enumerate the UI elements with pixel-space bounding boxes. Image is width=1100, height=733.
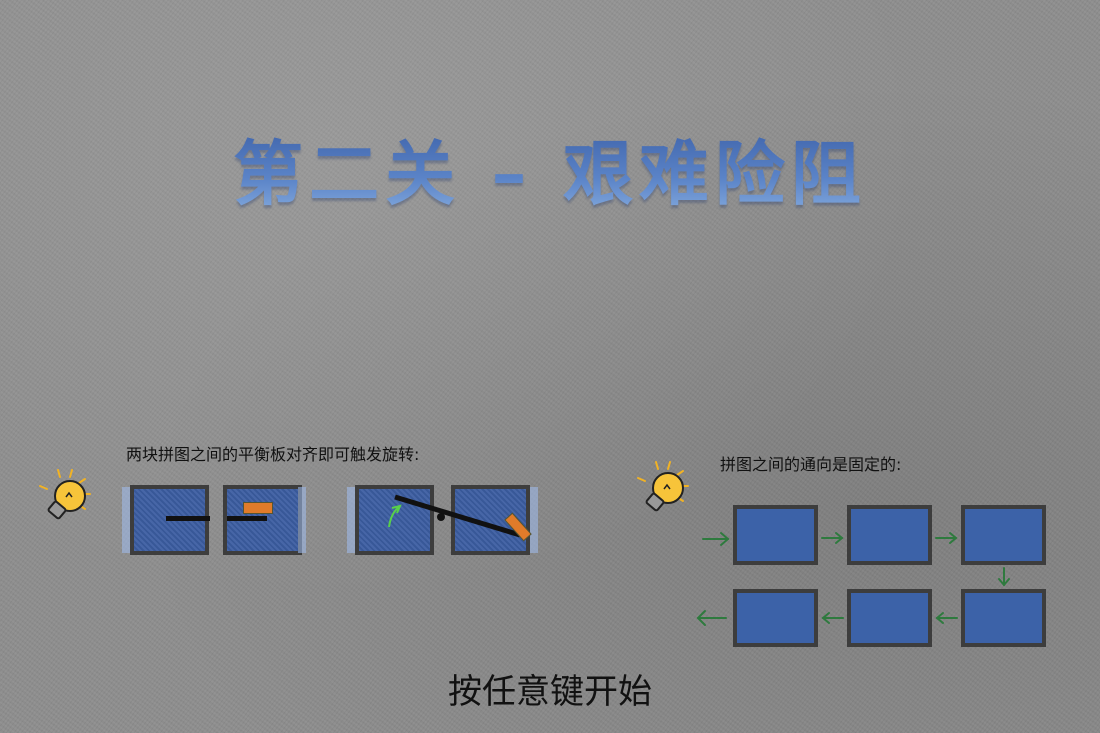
arrow-icon	[998, 567, 1010, 587]
arrow-icon	[935, 612, 958, 624]
arrow-icon	[821, 532, 844, 544]
arrow-icon	[702, 532, 730, 546]
start-prompt[interactable]: 按任意键开始	[0, 664, 1100, 713]
route-arrows	[696, 532, 1010, 626]
arrow-icon	[935, 532, 958, 544]
arrow-icon	[696, 610, 727, 626]
arrow-icon	[821, 612, 844, 624]
